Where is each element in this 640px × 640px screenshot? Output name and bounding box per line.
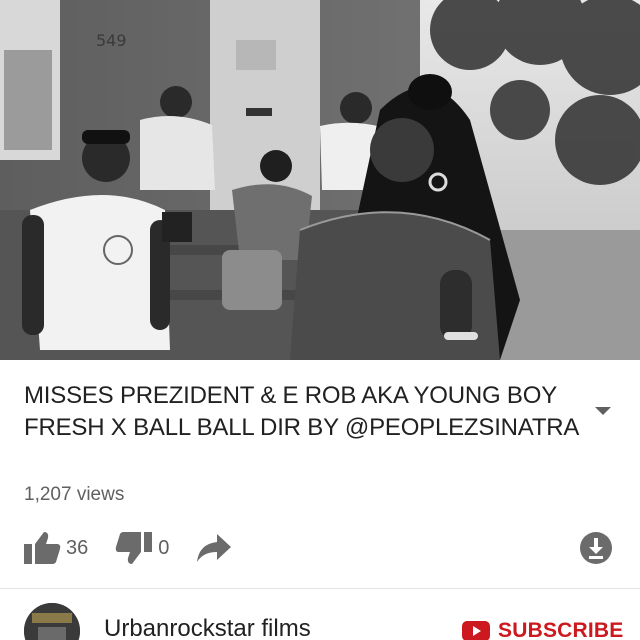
channel-avatar[interactable] [24, 603, 80, 640]
subscribe-button[interactable]: SUBSCRIBE [462, 619, 623, 640]
download-icon [580, 532, 612, 564]
subscribe-label: SUBSCRIBE [498, 619, 624, 640]
door-number-text: 549 [96, 31, 127, 50]
thumbs-down-icon [116, 532, 153, 564]
view-count: 1,207 views [24, 484, 125, 505]
video-frame-image: 549 [0, 0, 640, 360]
video-title: MISSES PREZIDENT & E ROB AKA YOUNG BOY F… [24, 382, 580, 441]
like-count: 36 [66, 536, 89, 559]
channel-name[interactable]: Urbanrockstar films [104, 615, 311, 640]
like-button[interactable]: 36 [22, 530, 88, 566]
download-button[interactable] [578, 530, 614, 566]
share-button[interactable] [195, 532, 233, 564]
share-arrow-icon [197, 534, 232, 562]
dislike-button[interactable]: 0 [114, 530, 169, 566]
avatar-image [24, 603, 80, 640]
chevron-down-icon [595, 407, 611, 415]
video-title-row: MISSES PREZIDENT & E ROB AKA YOUNG BOY F… [24, 380, 584, 444]
thumbs-up-icon [24, 532, 61, 564]
youtube-play-icon [462, 621, 490, 640]
dislike-count: 0 [158, 536, 170, 559]
expand-description-button[interactable] [588, 398, 618, 424]
youtube-watch-page: 549 MISSES PREZIDENT & E ROB AKA YOUNG B… [0, 0, 640, 640]
channel-row: Urbanrockstar films SUBSCRIBE [0, 589, 640, 640]
video-player[interactable]: 549 [0, 0, 640, 360]
action-bar: 36 0 [22, 528, 233, 568]
